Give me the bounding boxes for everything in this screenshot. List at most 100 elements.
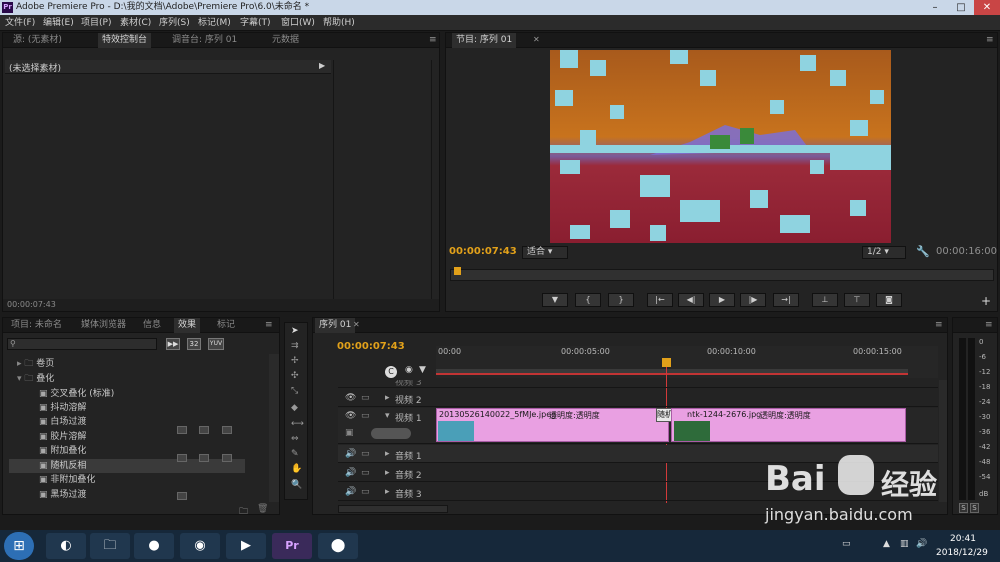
mark-out-button[interactable]: }	[608, 293, 634, 307]
panel-menu-icon[interactable]: ≡	[985, 320, 993, 330]
fit-dropdown[interactable]: 适合 ▾	[522, 246, 568, 259]
mark-in-button[interactable]: {	[575, 293, 601, 307]
tray-icon[interactable]: ▲	[883, 539, 890, 549]
wrench-icon[interactable]: 🔧	[916, 245, 930, 258]
tray-icon[interactable]: ▭	[842, 539, 851, 549]
effect-item[interactable]: ▣ 非附加叠化	[39, 473, 245, 487]
effect-item[interactable]: ▣ 交叉叠化 (标准)	[39, 387, 245, 401]
add-button-icon[interactable]: +	[981, 294, 991, 308]
keyframe-icon[interactable]: ◉	[405, 365, 413, 375]
network-icon[interactable]: ▥	[900, 539, 909, 549]
folder-page-peel[interactable]: ▸ 🗀 卷页	[17, 357, 245, 371]
32bit-filter-icon[interactable]: 32	[187, 338, 201, 350]
tab-markers[interactable]: 标记	[213, 318, 239, 333]
clip-2[interactable]: ntk-1244-2676.jpg 透明度:透明度	[671, 408, 906, 442]
folder-icon[interactable]: 🗀	[90, 533, 130, 559]
effects-scrollbar[interactable]	[269, 354, 279, 502]
track-select-tool-icon[interactable]: ⇉	[291, 341, 299, 351]
premiere-icon[interactable]: Pr	[272, 533, 312, 559]
lock-icon[interactable]: ▭	[361, 393, 370, 403]
record-icon[interactable]: ⬤	[318, 533, 358, 559]
panel-menu-icon[interactable]: ≡	[935, 320, 943, 330]
effect-item[interactable]: ▣ 白场过渡	[39, 415, 245, 429]
accelerated-filter-icon[interactable]: ▶▶	[166, 338, 180, 350]
effect-item[interactable]: ▣ 黑场过渡	[39, 488, 245, 502]
tab-effect-controls[interactable]: 特效控制台	[98, 33, 152, 48]
menu-marker[interactable]: 标记(M)	[198, 15, 231, 31]
menu-edit[interactable]: 编辑(E)	[43, 15, 74, 31]
tab-metadata[interactable]: 元数据	[268, 33, 303, 48]
close-icon[interactable]: ✕	[974, 0, 1000, 15]
zoom-tool-icon[interactable]: 🔍	[291, 480, 302, 490]
tab-program[interactable]: 节目: 序列 01	[452, 33, 517, 48]
rolling-edit-tool-icon[interactable]: ✣	[291, 371, 299, 381]
play-arrow-icon[interactable]: ▶	[319, 61, 325, 70]
panel-menu-icon[interactable]: ≡	[429, 35, 437, 45]
effect-item[interactable]: ▣ 抖动溶解	[39, 401, 245, 415]
folder-dissolve[interactable]: ▾ 🗀 叠化	[17, 372, 245, 386]
delete-icon[interactable]: 🗑	[257, 504, 268, 514]
lock-icon[interactable]: ▭	[361, 468, 370, 478]
tab-info[interactable]: 信息	[139, 318, 165, 333]
menu-window[interactable]: 窗口(W)	[281, 15, 315, 31]
clip-1[interactable]: 20130526140022_5fMJe.jpeg 透明度:透明度	[436, 408, 669, 442]
menu-file[interactable]: 文件(F)	[5, 15, 35, 31]
tab-effects[interactable]: 效果	[174, 318, 201, 333]
work-area-bar[interactable]	[436, 369, 908, 375]
add-marker-button[interactable]: ▼	[542, 293, 568, 307]
program-current-timecode[interactable]: 00:00:07:43	[449, 246, 517, 257]
effects-search-input[interactable]: ⚲	[7, 338, 157, 350]
rate-stretch-tool-icon[interactable]: ⤡	[291, 386, 298, 396]
step-forward-button[interactable]: |▶	[740, 293, 766, 307]
slip-tool-icon[interactable]: ⟷	[291, 419, 304, 429]
close-tab-icon[interactable]: ✕	[533, 35, 540, 44]
speaker-icon[interactable]: 🔊	[345, 468, 356, 478]
resolution-dropdown[interactable]: 1/2 ▾	[862, 246, 906, 259]
timeline-timecode[interactable]: 00:00:07:43	[337, 341, 405, 352]
eye-icon[interactable]: 👁	[345, 393, 356, 403]
razor-tool-icon[interactable]: ◆	[291, 403, 298, 413]
play-button[interactable]: ▶	[709, 293, 735, 307]
effect-item[interactable]: ▣ 胶片溶解	[39, 430, 245, 444]
step-back-button[interactable]: ◀|	[678, 293, 704, 307]
tab-source[interactable]: 源: (无素材)	[9, 33, 66, 48]
program-playhead[interactable]	[454, 267, 461, 275]
media-icon[interactable]: ▶	[226, 533, 266, 559]
yuv-filter-icon[interactable]: YUV	[208, 338, 224, 350]
maximize-icon[interactable]: □	[948, 0, 974, 15]
new-folder-icon[interactable]: 🗀	[239, 504, 248, 520]
go-to-in-button[interactable]: |←	[647, 293, 673, 307]
snap-icon[interactable]: C	[385, 366, 397, 378]
browser-icon[interactable]: ◐	[46, 533, 86, 559]
menu-sequence[interactable]: 序列(S)	[159, 15, 190, 31]
menu-title[interactable]: 字幕(T)	[240, 15, 271, 31]
ripple-edit-tool-icon[interactable]: ✢	[291, 356, 299, 366]
menu-project[interactable]: 项目(P)	[81, 15, 111, 31]
pen-tool-icon[interactable]: ✎	[291, 449, 299, 459]
lock-icon[interactable]: ▭	[361, 411, 370, 421]
go-to-out-button[interactable]: →|	[773, 293, 799, 307]
minimize-icon[interactable]: –	[922, 0, 948, 15]
marker-icon[interactable]: ▼	[419, 365, 426, 375]
display-style-icon[interactable]: ▣	[345, 428, 354, 438]
keyframe-control[interactable]	[371, 428, 411, 439]
panel-menu-icon[interactable]: ≡	[265, 320, 273, 330]
extract-button[interactable]: ⊤	[844, 293, 870, 307]
menu-clip[interactable]: 素材(C)	[120, 15, 151, 31]
lift-button[interactable]: ⊥	[812, 293, 838, 307]
effect-item-selected[interactable]: ▣ 随机反相	[9, 459, 245, 473]
tab-sequence[interactable]: 序列 01	[315, 318, 356, 333]
timeline-playhead-handle[interactable]	[662, 358, 671, 367]
eye-icon[interactable]: 👁	[345, 411, 356, 421]
timeline-zoom-scrollbar[interactable]	[338, 505, 448, 513]
panel-menu-icon[interactable]: ≡	[986, 35, 994, 45]
selection-tool-icon[interactable]: ➤	[291, 326, 299, 336]
speaker-icon[interactable]: 🔊	[345, 487, 356, 497]
slide-tool-icon[interactable]: ⇔	[291, 434, 299, 444]
start-button[interactable]: ⊞	[4, 532, 34, 560]
close-tab-icon[interactable]: ✕	[353, 320, 360, 329]
effect-item[interactable]: ▣ 附加叠化	[39, 444, 245, 458]
program-scrubber[interactable]	[450, 267, 994, 281]
lock-icon[interactable]: ▭	[361, 449, 370, 459]
lock-icon[interactable]: ▭	[361, 487, 370, 497]
